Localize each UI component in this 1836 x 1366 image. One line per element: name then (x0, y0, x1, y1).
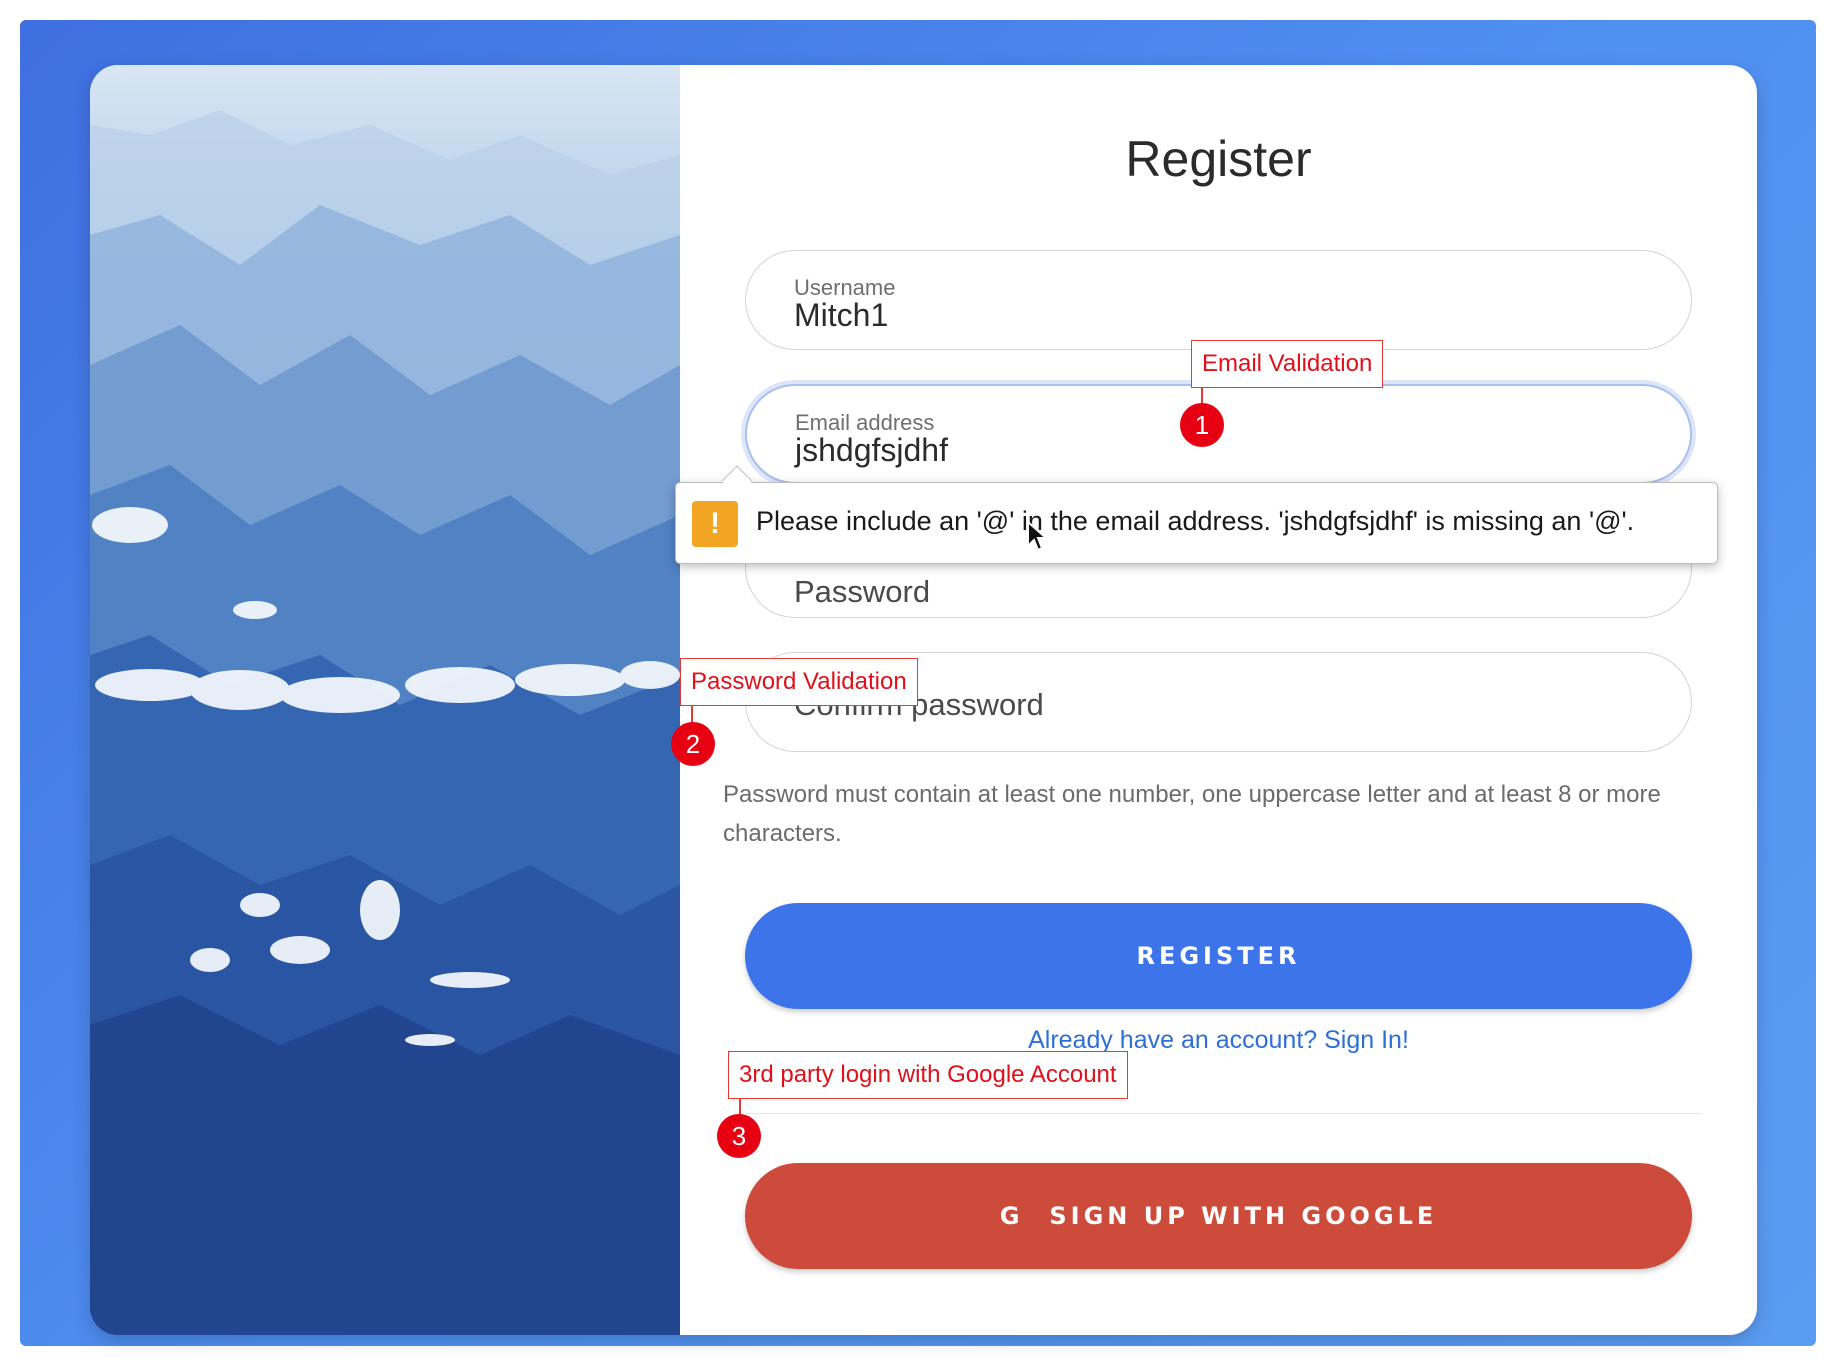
google-signup-button[interactable]: G SIGN UP WITH GOOGLE (745, 1163, 1692, 1269)
password-hint: Password must contain at least one numbe… (723, 781, 1661, 847)
annotation-badge-1: 1 (1180, 403, 1224, 447)
annotation-label-1: Email Validation (1191, 340, 1384, 388)
google-icon: G (999, 1202, 1024, 1230)
mouse-cursor-icon (1027, 520, 1048, 552)
username-value: Mitch1 (794, 297, 889, 333)
mountain-scenery-image (90, 65, 680, 1335)
app-background: Register Username Mitch1 Email address j… (20, 20, 1816, 1346)
page-title: Register (1125, 131, 1312, 187)
annotation-badge-2: 2 (671, 722, 715, 766)
register-card: Register Username Mitch1 Email address j… (90, 65, 1757, 1335)
annotation-label-2: Password Validation (680, 658, 918, 706)
email-value: jshdgfsjdhf (795, 432, 948, 468)
warning-icon: ! (692, 501, 738, 547)
username-field[interactable]: Username Mitch1 (745, 250, 1692, 350)
password-placeholder: Password (794, 574, 931, 609)
annotation-label-3: 3rd party login with Google Account (728, 1051, 1128, 1099)
divider (745, 1113, 1700, 1114)
email-validation-tooltip: ! Please include an '@' in the email add… (675, 465, 1718, 564)
google-signup-label: SIGN UP WITH GOOGLE (1049, 1202, 1438, 1230)
register-button[interactable]: REGISTER (745, 903, 1692, 1009)
annotation-badge-3: 3 (717, 1114, 761, 1158)
validation-message: Please include an '@' in the email addre… (756, 506, 1635, 536)
